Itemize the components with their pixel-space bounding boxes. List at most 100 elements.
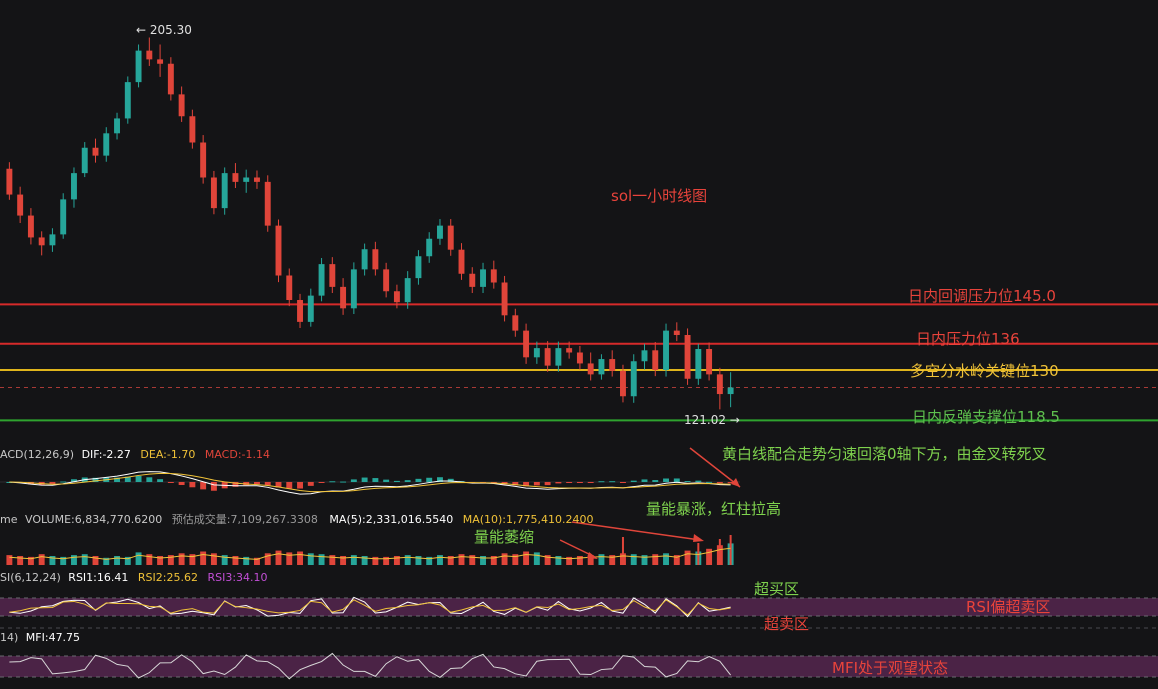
- candle-body: [232, 173, 239, 182]
- candle-body: [92, 147, 99, 156]
- macd-bar: [673, 478, 680, 482]
- macd-bar: [189, 482, 196, 488]
- level-label-pivot-130: 多空分水岭关键位130: [910, 362, 1059, 380]
- macd-bar: [146, 477, 153, 482]
- volume-spike-bar: [621, 537, 624, 565]
- macd-bar: [533, 482, 540, 486]
- macd-bar: [167, 482, 174, 483]
- volume-bar: [663, 553, 669, 565]
- candle-body: [663, 330, 669, 370]
- candle-body: [200, 142, 207, 178]
- candle-body: [372, 249, 379, 270]
- candle-body: [297, 300, 303, 322]
- price-high-label: ← 205.30: [136, 23, 192, 37]
- overbought-label: 超买区: [754, 580, 800, 598]
- rsi-indicator-header: SI(6,12,24) RSI1:16.41 RSI2:25.62 RSI3:3…: [0, 571, 268, 584]
- candle-body: [447, 225, 454, 250]
- volume-bar: [706, 548, 713, 565]
- candle-body: [576, 352, 583, 364]
- candle-body: [71, 173, 77, 200]
- candle-body: [49, 234, 56, 246]
- macd-bar: [566, 482, 573, 483]
- candle-body: [652, 350, 659, 370]
- candle-body: [512, 315, 519, 331]
- level-label-support-118: 日内反弹支撑位118.5: [912, 408, 1060, 426]
- candle-body: [254, 177, 260, 182]
- macd-bar: [350, 479, 357, 482]
- volume-bar: [652, 554, 659, 565]
- macd-bar: [135, 475, 142, 482]
- candle-body: [318, 264, 325, 296]
- volume-arrow-1-head: [693, 534, 704, 542]
- candle-body: [167, 63, 174, 95]
- volume-bar: [38, 554, 45, 565]
- rsi-2: RSI2:25.62: [137, 571, 198, 584]
- candle-body: [38, 237, 45, 246]
- candle-body: [566, 348, 573, 353]
- volume-spike-bar: [718, 539, 721, 565]
- candle-body: [415, 256, 422, 279]
- volume-bar: [17, 556, 24, 565]
- volume-bar: [340, 556, 347, 565]
- macd-bar: [157, 479, 164, 482]
- macd-bar: [329, 481, 336, 483]
- candle-body: [329, 264, 336, 287]
- candle-body: [404, 278, 411, 303]
- candle-body: [727, 387, 734, 395]
- mfi-name: 14): [0, 631, 19, 644]
- macd-bar: [340, 481, 347, 483]
- candle-body: [6, 168, 13, 195]
- macd-dif: DIF:-2.27: [81, 448, 131, 461]
- volume-bar: [533, 552, 540, 565]
- macd-bar: [415, 478, 422, 482]
- candle-body: [426, 238, 433, 257]
- volume-bar: [318, 554, 325, 565]
- price-low-label: 121.02 →: [684, 413, 740, 427]
- macd-bar: [178, 482, 185, 485]
- volume-bar: [458, 554, 465, 565]
- volume-name: me: [0, 513, 18, 526]
- macd-bar: [393, 480, 400, 482]
- candle-body: [695, 349, 702, 379]
- candle-body: [437, 225, 443, 239]
- volume-bar: [200, 551, 207, 565]
- candle-body: [157, 59, 164, 64]
- volume-bar: [307, 553, 314, 565]
- candle-body: [361, 249, 368, 270]
- macd-bar: [609, 481, 616, 483]
- trading-chart: sol一小时线图 ← 205.30 121.02 → 日内回调压力位145.0 …: [0, 0, 1158, 685]
- candle-body: [673, 330, 680, 335]
- macd-bar: [630, 480, 637, 482]
- macd-bar: [404, 480, 411, 482]
- volume-bar: [598, 554, 605, 565]
- volume-bar: [630, 554, 637, 565]
- candle-body: [641, 350, 648, 362]
- volume-bar: [393, 556, 400, 565]
- candle-body: [684, 335, 691, 379]
- candle-body: [275, 225, 282, 276]
- volume-bar: [81, 554, 88, 565]
- volume-bar: [6, 555, 13, 565]
- macd-bar: [254, 482, 260, 485]
- candle-body: [243, 177, 250, 182]
- candle-body: [340, 286, 347, 309]
- volume-bar: [404, 555, 411, 565]
- macd-bar: [544, 482, 551, 486]
- volume-shrink-annotation: 量能萎缩: [474, 528, 535, 546]
- candle-body: [103, 133, 110, 156]
- candle-body: [350, 269, 357, 309]
- rsi-3: RSI3:34.10: [207, 571, 268, 584]
- volume-bar: [178, 553, 185, 565]
- macd-bar: [426, 477, 433, 482]
- volume-bar: [329, 555, 336, 565]
- candle-body: [630, 361, 637, 397]
- volume-spike-bar: [729, 535, 732, 565]
- candle-body: [189, 116, 196, 143]
- rsi-annotation: RSI偏超卖区: [966, 598, 1051, 616]
- volume-surge-annotation: 量能暴涨，红柱拉高: [646, 500, 782, 518]
- candle-body: [501, 282, 508, 316]
- macd-bar: [641, 479, 648, 482]
- candle-body: [609, 359, 616, 371]
- mfi-band: [0, 656, 1158, 677]
- volume-bar: [275, 550, 282, 565]
